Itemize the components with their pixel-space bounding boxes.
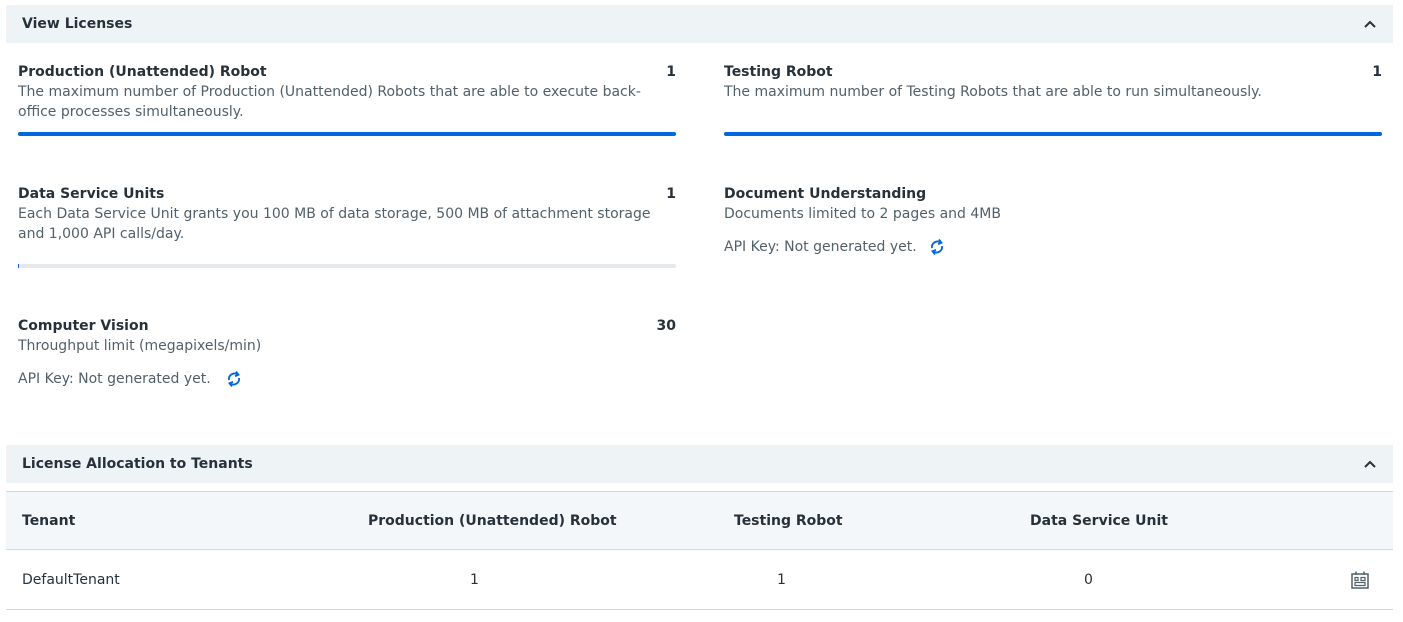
refresh-icon[interactable] [226,370,242,388]
usage-bar [724,132,1382,136]
license-card-testing: Testing Robot 1 The maximum number of Te… [724,64,1382,136]
license-card-document-understanding: Document Understanding Documents limited… [724,186,1382,256]
usage-bar-fill [724,132,1382,136]
column-header-tenant[interactable]: Tenant [22,513,75,529]
license-description: Each Data Service Unit grants you 100 MB… [18,206,651,242]
license-count: 1 [666,64,676,80]
column-header-testing[interactable]: Testing Robot [734,513,843,529]
allocation-table: Tenant Production (Unattended) Robot Tes… [6,491,1393,610]
license-title: Computer Vision [18,318,149,334]
cell-production: 1 [470,571,479,588]
table-header-row: Tenant Production (Unattended) Robot Tes… [6,491,1393,550]
api-key-row: API Key: Not generated yet. [724,238,1382,256]
license-card-computer-vision: Computer Vision 30 Throughput limit (meg… [18,318,676,388]
license-description: The maximum number of Testing Robots tha… [724,84,1262,100]
view-licenses-header[interactable]: View Licenses [6,5,1393,43]
license-description: Throughput limit (megapixels/min) [18,338,262,354]
refresh-icon[interactable] [929,238,945,256]
column-header-production[interactable]: Production (Unattended) Robot [368,513,617,529]
chevron-up-icon[interactable] [1363,17,1377,31]
license-title: Document Understanding [724,186,927,202]
license-allocation-title: License Allocation to Tenants [22,456,253,472]
license-count: 1 [666,186,676,202]
cell-data-service: 0 [1084,571,1093,588]
usage-bar [18,264,676,268]
usage-bar-fill [18,264,19,268]
license-title: Production (Unattended) Robot [18,64,267,80]
license-title: Data Service Units [18,186,165,202]
license-card-production: Production (Unattended) Robot 1 The maxi… [18,64,676,136]
chevron-up-icon[interactable] [1363,457,1377,471]
license-count: 30 [656,318,676,334]
usage-bar-fill [18,132,676,136]
column-header-data-service[interactable]: Data Service Unit [1030,513,1168,529]
usage-bar [18,132,676,136]
cell-tenant: DefaultTenant [22,571,120,588]
license-count: 1 [1372,64,1382,80]
license-title: Testing Robot [724,64,833,80]
api-key-status: API Key: Not generated yet. [724,239,917,255]
license-description: The maximum number of Production (Unatte… [18,84,641,120]
api-key-status: API Key: Not generated yet. [18,371,211,387]
license-description: Documents limited to 2 pages and 4MB [724,206,1001,222]
api-key-row: API Key: Not generated yet. [18,370,676,388]
cell-testing: 1 [777,571,786,588]
license-allocation-header[interactable]: License Allocation to Tenants [6,445,1393,483]
license-card-data-service: Data Service Units 1 Each Data Service U… [18,186,676,268]
table-row: DefaultTenant 1 1 0 [6,550,1393,610]
view-licenses-title: View Licenses [22,16,133,32]
allocation-edit-icon[interactable] [1351,571,1369,593]
